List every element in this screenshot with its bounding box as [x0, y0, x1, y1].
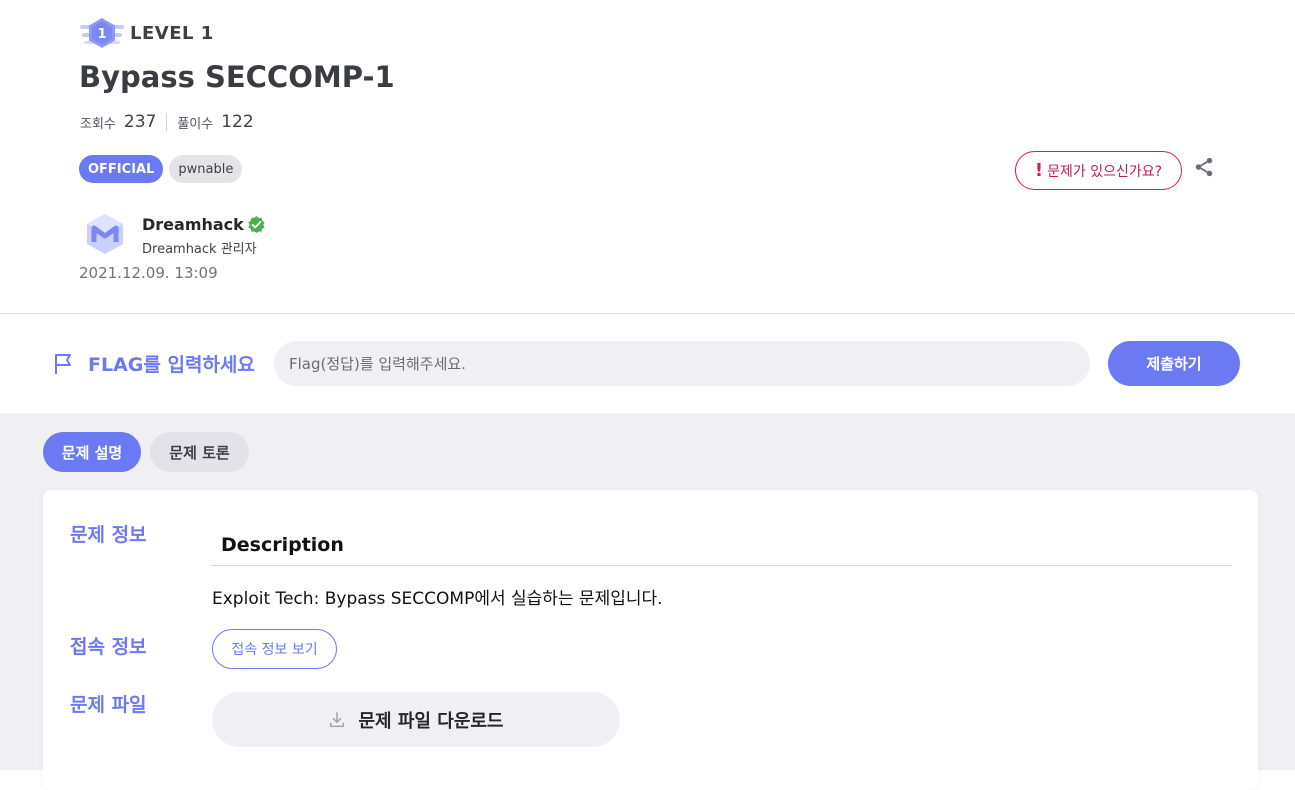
flag-label-text: FLAG를 입력하세요	[88, 354, 255, 376]
author-info: Dreamhack Dreamhack 관리자	[142, 215, 265, 257]
flag-label: FLAG를 입력하세요	[52, 350, 255, 377]
page-title: Bypass SECCOMP-1	[79, 60, 395, 94]
description-heading: Description	[211, 532, 1231, 566]
download-button-label: 문제 파일 다운로드	[358, 710, 504, 732]
views-count: 237	[123, 112, 157, 132]
content-area: 문제 설명 문제 토론 문제 정보 Description Exploit Te…	[0, 413, 1295, 790]
stats-divider	[166, 113, 168, 131]
solves-count: 122	[221, 112, 254, 132]
download-icon	[330, 711, 345, 727]
author-name-text: Dreamhack	[142, 215, 244, 234]
solves-label: 풀이수	[177, 116, 214, 132]
flag-submit-bar: FLAG를 입력하세요 제출하기	[0, 314, 1295, 413]
connection-info-label: 접속 정보	[70, 636, 147, 658]
download-file-button[interactable]: 문제 파일 다운로드	[212, 692, 620, 747]
description-text: Exploit Tech: Bypass SECCOMP에서 실습하는 문제입니…	[212, 589, 663, 609]
flag-icon	[55, 353, 71, 374]
problem-header: 1 LEVEL 1 Bypass SECCOMP-1 조회수 237 풀이수 1…	[0, 0, 1295, 313]
level-label: LEVEL 1	[130, 22, 214, 44]
problem-card: 문제 정보 Description Exploit Tech: Bypass S…	[43, 490, 1258, 790]
svg-text:1: 1	[97, 27, 106, 42]
flag-input[interactable]	[274, 341, 1090, 386]
tag-pwnable[interactable]: pwnable	[169, 155, 243, 183]
tag-list: OFFICIAL pwnable	[79, 155, 243, 183]
author-role: Dreamhack 관리자	[142, 242, 257, 257]
problem-file-label: 문제 파일	[70, 694, 147, 716]
level-indicator: 1 LEVEL 1	[80, 17, 214, 49]
verified-badge-icon	[248, 216, 265, 233]
share-icon[interactable]	[1193, 156, 1215, 178]
dreamhack-logo[interactable]	[83, 212, 127, 256]
problem-stats: 조회수 237 풀이수 122	[80, 112, 254, 132]
author-name[interactable]: Dreamhack	[142, 215, 265, 234]
views-label: 조회수	[80, 116, 116, 132]
report-button-label: 문제가 있으신가요?	[1047, 163, 1163, 180]
publish-date: 2021.12.09. 13:09	[79, 264, 218, 282]
tab-description[interactable]: 문제 설명	[43, 432, 141, 472]
exclamation-icon: !	[1034, 160, 1044, 181]
view-connection-info-button[interactable]: 접속 정보 보기	[212, 629, 337, 669]
description-heading-text: Description	[221, 534, 344, 556]
author-block: Dreamhack Dreamhack 관리자	[83, 212, 265, 257]
tab-discussion[interactable]: 문제 토론	[150, 432, 249, 472]
submit-button[interactable]: 제출하기	[1108, 341, 1240, 386]
report-problem-button[interactable]: ! 문제가 있으신가요?	[1015, 151, 1182, 190]
problem-info-label: 문제 정보	[70, 524, 147, 546]
level-badge-icon: 1	[80, 18, 124, 48]
tag-official[interactable]: OFFICIAL	[79, 155, 164, 183]
